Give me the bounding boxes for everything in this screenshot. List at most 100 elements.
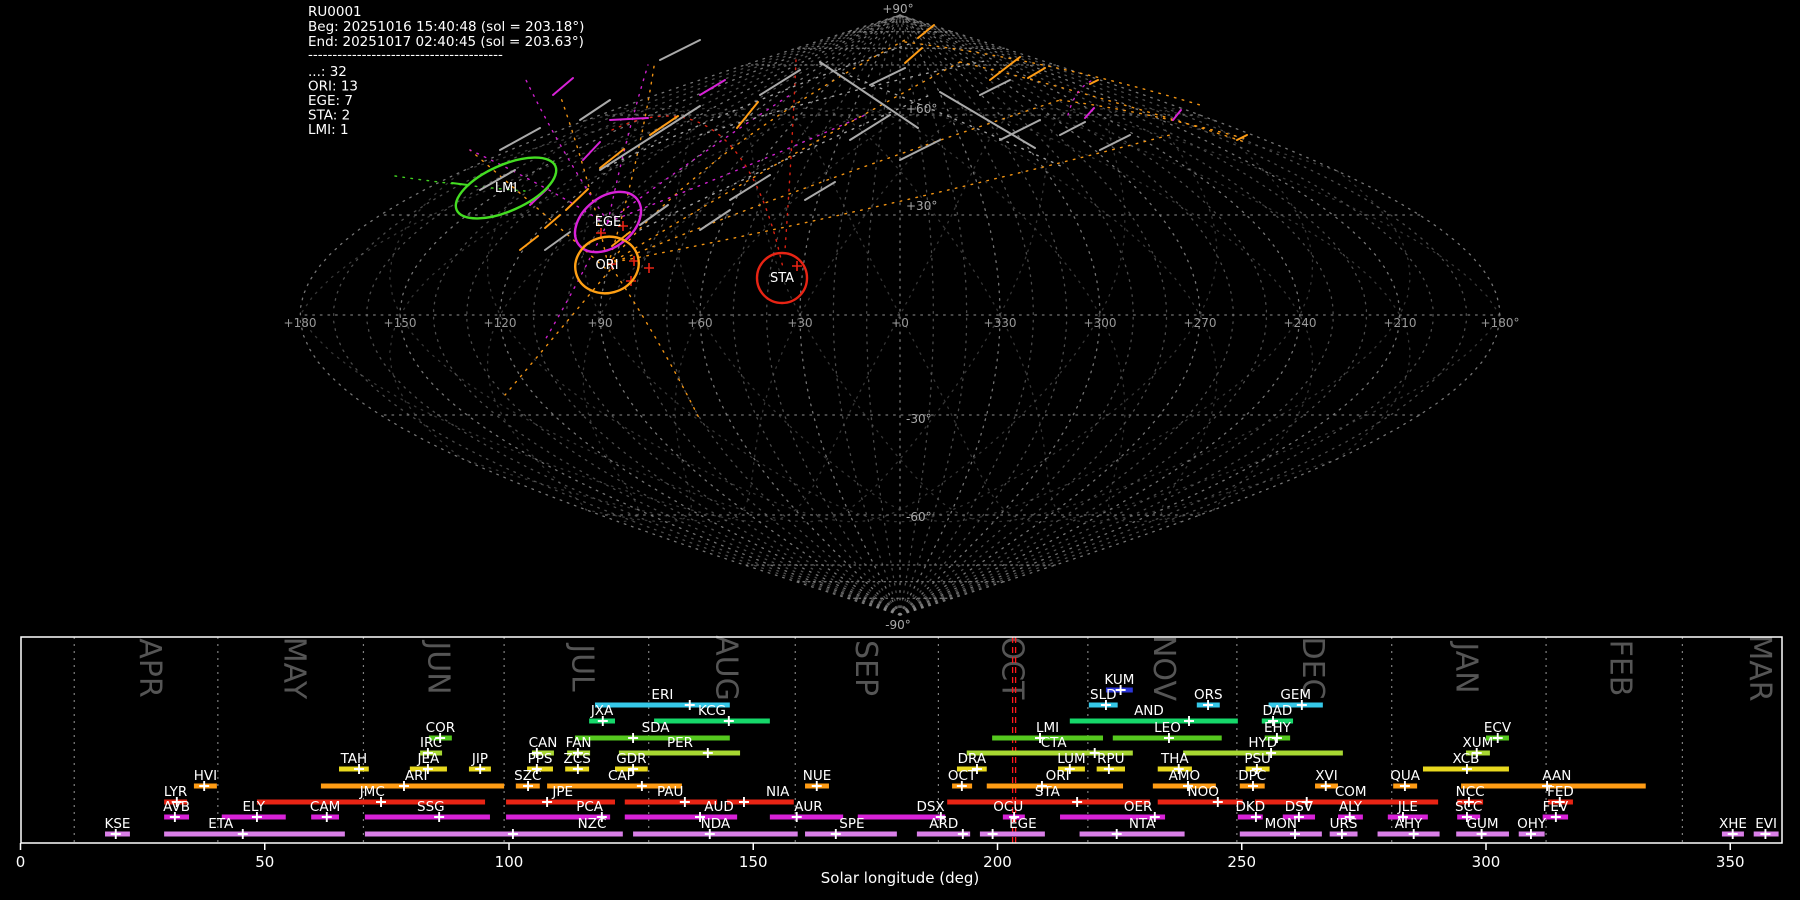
lat-label: +90°: [882, 2, 913, 16]
shower-label: AHY: [1395, 816, 1423, 832]
x-axis-title: Solar longitude (deg): [821, 869, 979, 887]
lon-label: +60: [687, 316, 712, 330]
shower-ohy: OHY: [1517, 816, 1547, 839]
lon-label: +330: [984, 316, 1017, 330]
plot-canvas: LMIEGEORISTA+90°-90°+60°+30°-30°-60°+180…: [0, 0, 1800, 900]
info-line: LMI: 1: [308, 122, 349, 138]
shower-label: GDR: [616, 751, 646, 767]
shower-label: ARD: [929, 816, 958, 832]
shower-label: ALY: [1339, 799, 1363, 815]
shower-label: ETA: [208, 816, 234, 832]
lon-label: +270: [1184, 316, 1217, 330]
shower-label: AND: [1134, 703, 1164, 719]
shower-label: ELY: [243, 799, 266, 815]
lon-label: +180°: [1481, 316, 1520, 330]
shower-label: LYR: [164, 784, 187, 800]
axis-tick-label: 150: [739, 853, 768, 871]
month-label: NOV: [1146, 635, 1181, 702]
shower-label: DKD: [1235, 799, 1265, 815]
shower-label: HVI: [194, 768, 217, 784]
shower-label: OCU: [993, 799, 1023, 815]
shower-label: CAP: [608, 768, 635, 784]
shower-label: SCC: [1455, 799, 1482, 815]
lon-label: +0: [891, 316, 909, 330]
shower-label: JLE: [1397, 799, 1418, 815]
shower-label: AMO: [1169, 768, 1201, 784]
shower-kse: KSE: [104, 816, 130, 839]
shower-label: COM: [1335, 784, 1367, 800]
shower-szc: SZC: [514, 768, 541, 791]
shower-label: LEO: [1154, 720, 1181, 736]
shower-label: KUM: [1104, 672, 1134, 688]
lon-label: +300: [1084, 316, 1117, 330]
shower-label: EGE: [1009, 816, 1037, 832]
shower-label: KCG: [698, 703, 726, 719]
shower-label: ARI: [405, 768, 428, 784]
shower-label: AUD: [704, 799, 734, 815]
shower-label: NDA: [701, 816, 731, 832]
axis-tick-label: 200: [983, 853, 1012, 871]
shower-label: PAU: [657, 784, 683, 800]
shower-nue: NUE: [803, 768, 831, 791]
shower-avb: AVB: [163, 799, 190, 822]
lon-label: +120: [484, 316, 517, 330]
shower-qua: QUA: [1390, 768, 1421, 791]
shower-evi: EVI: [1753, 816, 1779, 839]
axis-tick-label: 300: [1472, 853, 1501, 871]
shower-label: SPE: [839, 816, 864, 832]
shower-fev: FEV: [1543, 799, 1569, 822]
month-label: SEP: [848, 640, 883, 696]
shower-rpu: RPU: [1096, 751, 1125, 774]
shower-label: AVB: [163, 799, 190, 815]
shower-label: DAD: [1263, 703, 1293, 719]
shower-zcs: ZCS: [564, 751, 591, 774]
radiant-label-ege: EGE: [595, 215, 622, 230]
shower-dkd: DKD: [1235, 799, 1265, 822]
shower-label: SLD: [1090, 687, 1117, 703]
lon-label: +180: [284, 316, 317, 330]
shower-tah: TAH: [339, 751, 369, 774]
month-label: JUL: [565, 642, 600, 692]
station-id: RU0001: [308, 4, 362, 20]
shower-label: IRC: [420, 735, 442, 751]
shower-dpc: DPC: [1238, 768, 1266, 791]
radiant-label-sta: STA: [770, 271, 794, 286]
month-label: MAR: [1742, 634, 1777, 701]
shower-label: KSE: [104, 816, 130, 832]
shower-label: SSG: [417, 799, 445, 815]
shower-hvi: HVI: [194, 768, 217, 791]
meteor-observation-plot: LMI EGE ORI STA +90° -90° +60° +30° -30° -60° +180…: [0, 0, 1800, 900]
shower-label: CAN: [529, 735, 558, 751]
shower-label: AUR: [794, 799, 823, 815]
shower-jxa: JXA: [589, 703, 616, 726]
shower-label: PCA: [576, 799, 604, 815]
shower-ors: ORS: [1194, 687, 1223, 710]
shower-label: CTA: [1041, 735, 1068, 751]
shower-label: OER: [1124, 799, 1153, 815]
lon-label: +30: [787, 316, 812, 330]
shower-urs: URS: [1329, 816, 1358, 839]
lon-label: +90: [587, 316, 612, 330]
shower-label: DRA: [958, 751, 987, 767]
shower-label: STA: [1035, 784, 1061, 800]
shower-label: ERI: [651, 687, 673, 703]
shower-label: OHY: [1517, 816, 1547, 832]
shower-label: RPU: [1097, 751, 1124, 767]
shower-label: CAM: [310, 799, 340, 815]
axis-tick-label: 250: [1227, 853, 1256, 871]
shower-label: THA: [1160, 751, 1189, 767]
shower-label: URS: [1330, 816, 1358, 832]
lon-label: +240: [1284, 316, 1317, 330]
month-label: MAY: [276, 637, 311, 700]
axis-tick-label: 100: [495, 853, 524, 871]
axis-tick-label: 0: [16, 853, 26, 871]
shower-label: PPS: [528, 751, 553, 767]
shower-label: JPE: [551, 784, 573, 800]
shower-sld: SLD: [1088, 687, 1118, 710]
shower-label: SDA: [642, 720, 671, 736]
month-label: OCT: [994, 637, 1029, 701]
shower-label: ORI: [1046, 768, 1070, 784]
shower-label: NTA: [1129, 816, 1156, 832]
radiant-label-ori: ORI: [595, 258, 618, 273]
shower-label: PER: [667, 735, 693, 751]
